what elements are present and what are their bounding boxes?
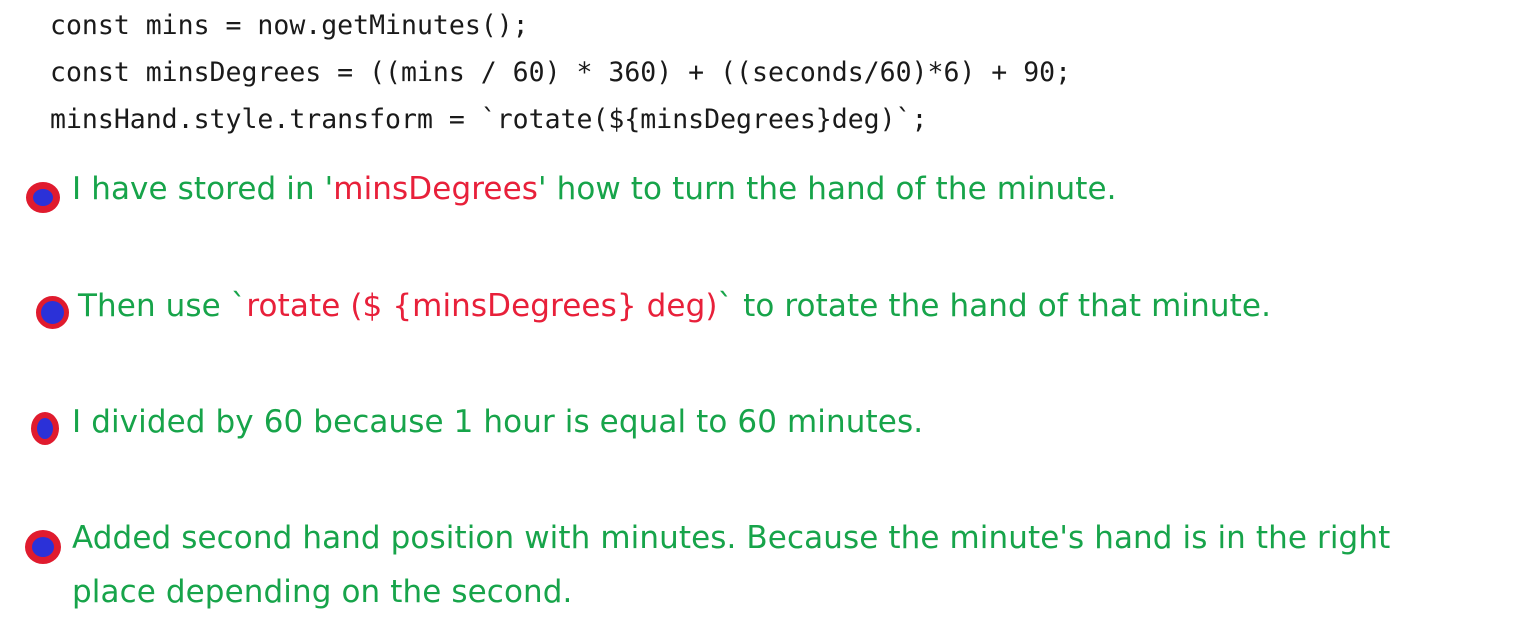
list-item-text: Added second hand position with minutes.… [72,511,1412,619]
text-segment: Then use ` [78,288,247,324]
list-item: Then use `rotate ($ {minsDegrees} deg)` … [0,279,1515,333]
text-segment: ' how to turn the hand of the minute. [538,171,1117,207]
explanation-bullet-list: I have stored in 'minsDegrees' how to tu… [0,158,1515,619]
list-item: I divided by 60 because 1 hour is equal … [0,395,1515,449]
code-line-1: const mins = now.getMinutes(); [50,10,529,41]
code-line-3: minsHand.style.transform = `rotate(${min… [50,104,928,135]
blue-red-bullet-icon [25,530,61,564]
text-segment: Added second hand position with minutes.… [72,520,1391,610]
text-segment: ` to rotate the hand of that minute. [717,288,1272,324]
text-segment: I have stored in ' [72,171,334,207]
list-item: Added second hand position with minutes.… [0,511,1515,619]
list-item-text: Then use `rotate ($ {minsDegrees} deg)` … [78,279,1515,333]
code-line-2: const minsDegrees = ((mins / 60) * 360) … [50,57,1072,88]
blue-red-bullet-icon [31,412,59,445]
list-item: I have stored in 'minsDegrees' how to tu… [0,162,1515,216]
inline-code-segment: minsDegrees [333,171,538,207]
note-page: const mins = now.getMinutes(); const min… [0,0,1515,626]
blue-red-bullet-icon [36,296,69,329]
blue-red-bullet-icon [26,182,60,213]
list-item-text: I divided by 60 because 1 hour is equal … [72,395,1515,449]
list-item-text: I have stored in 'minsDegrees' how to tu… [72,162,1515,216]
inline-code-segment: rotate ($ {minsDegrees} deg) [246,288,718,324]
text-segment: I divided by 60 because 1 hour is equal … [72,404,924,440]
code-block: const mins = now.getMinutes(); const min… [50,2,1490,143]
